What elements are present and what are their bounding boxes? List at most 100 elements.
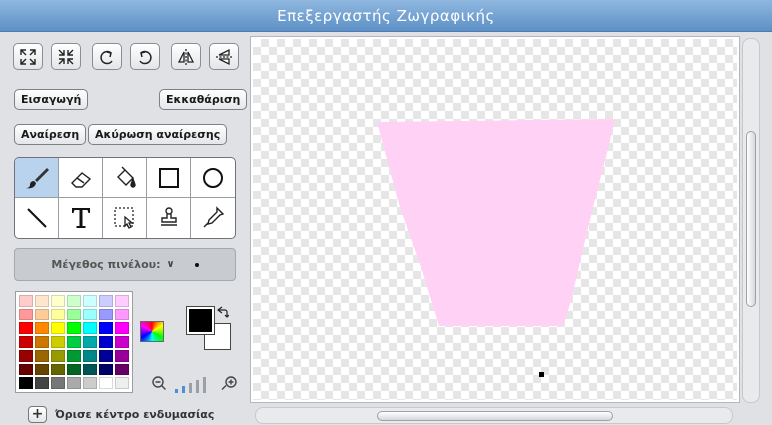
color-swatch[interactable] bbox=[19, 322, 33, 335]
zoom-out-icon[interactable] bbox=[152, 376, 166, 390]
clear-button[interactable]: Εκκαθάριση bbox=[159, 89, 248, 110]
color-swatch[interactable] bbox=[19, 377, 33, 389]
tool-paintbrush[interactable] bbox=[15, 158, 59, 198]
color-swatch[interactable] bbox=[99, 295, 113, 307]
color-swatch[interactable] bbox=[19, 363, 33, 376]
black-pixel-dot bbox=[539, 372, 544, 377]
color-swatch[interactable] bbox=[83, 322, 97, 335]
rotate-right-button[interactable] bbox=[130, 43, 160, 70]
vertical-scrollbar[interactable] bbox=[742, 38, 760, 403]
color-swatch[interactable] bbox=[51, 377, 65, 389]
eyedropper-icon bbox=[203, 206, 225, 228]
line-icon bbox=[26, 208, 47, 228]
color-swatch[interactable] bbox=[35, 377, 49, 389]
undo-button[interactable]: Αναίρεση bbox=[14, 124, 87, 145]
color-swatch[interactable] bbox=[99, 349, 113, 362]
flip-horizontal-button[interactable] bbox=[171, 43, 201, 70]
horizontal-scroll-thumb[interactable] bbox=[377, 411, 613, 421]
color-swatch[interactable] bbox=[115, 336, 129, 348]
swap-colors-icon[interactable] bbox=[216, 306, 229, 319]
color-swatch[interactable] bbox=[83, 336, 97, 348]
color-swatch[interactable] bbox=[115, 363, 129, 376]
color-swatch[interactable] bbox=[19, 295, 33, 307]
color-swatch[interactable] bbox=[35, 308, 49, 321]
color-swatch[interactable] bbox=[67, 377, 81, 389]
vertical-scroll-thumb[interactable] bbox=[746, 131, 756, 307]
color-swatch[interactable] bbox=[99, 336, 113, 348]
color-swatch[interactable] bbox=[19, 349, 33, 362]
color-swatch[interactable] bbox=[83, 363, 97, 376]
color-swatch[interactable] bbox=[115, 308, 129, 321]
zoom-control bbox=[152, 376, 237, 393]
tool-eraser[interactable] bbox=[59, 158, 103, 198]
color-swatch[interactable] bbox=[51, 363, 65, 376]
color-swatch[interactable] bbox=[115, 295, 129, 307]
color-swatch[interactable] bbox=[99, 308, 113, 321]
tool-ellipse[interactable] bbox=[191, 158, 235, 198]
color-swatch[interactable] bbox=[115, 377, 129, 389]
color-swatch[interactable] bbox=[99, 377, 113, 389]
color-picker-button[interactable] bbox=[140, 321, 164, 342]
color-swatch[interactable] bbox=[99, 363, 113, 376]
set-costume-center[interactable]: + Όρισε κέντρο ενδυμασίας bbox=[28, 404, 214, 424]
color-swatch[interactable] bbox=[67, 308, 81, 321]
color-swatch[interactable] bbox=[35, 322, 49, 335]
color-swatch[interactable] bbox=[67, 349, 81, 362]
color-swatch[interactable] bbox=[19, 336, 33, 348]
color-swatch[interactable] bbox=[83, 308, 97, 321]
color-swatch[interactable] bbox=[83, 295, 97, 307]
tool-stamp[interactable] bbox=[147, 198, 191, 238]
tool-eyedropper[interactable] bbox=[191, 198, 235, 238]
color-swatch[interactable] bbox=[83, 349, 97, 362]
color-swatch[interactable] bbox=[51, 322, 65, 335]
color-swatch[interactable] bbox=[67, 295, 81, 307]
plus-icon[interactable]: + bbox=[28, 405, 47, 423]
select-icon bbox=[113, 207, 134, 229]
color-swatch[interactable] bbox=[67, 363, 81, 376]
paintbrush-icon bbox=[25, 167, 49, 188]
color-swatch[interactable] bbox=[67, 336, 81, 348]
redo-button[interactable]: Ακύρωση αναίρεσης bbox=[88, 124, 228, 145]
tool-fill[interactable] bbox=[103, 158, 147, 198]
flip-vertical-button[interactable] bbox=[209, 43, 239, 70]
brush-size-control[interactable]: Μέγεθος πινέλου: ∨ bbox=[14, 248, 236, 281]
color-swatch[interactable] bbox=[19, 308, 33, 321]
tool-rectangle[interactable] bbox=[147, 158, 191, 198]
foreground-color-swatch[interactable] bbox=[186, 306, 215, 335]
color-swatch[interactable] bbox=[35, 363, 49, 376]
color-swatch[interactable] bbox=[51, 295, 65, 307]
color-swatch[interactable] bbox=[115, 349, 129, 362]
pink-trapezoid-shape bbox=[377, 119, 615, 326]
color-swatch[interactable] bbox=[51, 308, 65, 321]
eraser-icon bbox=[70, 171, 91, 188]
color-swatch[interactable] bbox=[51, 336, 65, 348]
grow-icon bbox=[20, 48, 36, 65]
color-swatch[interactable] bbox=[115, 322, 129, 335]
color-swatch[interactable] bbox=[35, 336, 49, 348]
paint-bucket-icon bbox=[116, 166, 136, 188]
grow-button[interactable] bbox=[13, 43, 43, 70]
color-swatch[interactable] bbox=[99, 322, 113, 335]
tool-select[interactable] bbox=[103, 198, 147, 238]
shrink-icon bbox=[58, 49, 74, 64]
color-swatch[interactable] bbox=[35, 295, 49, 307]
tool-text[interactable] bbox=[59, 198, 103, 238]
paint-editor-window: Επεξεργαστής Ζωγραφικής Εισαγωγή Εκκαθάρ… bbox=[0, 0, 772, 425]
shrink-button[interactable] bbox=[51, 43, 81, 70]
horizontal-scrollbar[interactable] bbox=[255, 407, 733, 424]
ellipse-icon bbox=[203, 167, 223, 188]
color-swatch[interactable] bbox=[67, 322, 81, 335]
rotate-left-button[interactable] bbox=[92, 43, 122, 70]
zoom-in-icon[interactable] bbox=[221, 376, 237, 390]
color-swatch[interactable] bbox=[35, 349, 49, 362]
tool-line[interactable] bbox=[15, 198, 59, 238]
color-swatch[interactable] bbox=[83, 377, 97, 389]
drawing-canvas[interactable] bbox=[250, 36, 740, 403]
tool-grid bbox=[14, 157, 236, 239]
chevron-down-icon: ∨ bbox=[166, 259, 175, 270]
color-swatch[interactable] bbox=[51, 349, 65, 362]
brush-size-dot bbox=[194, 262, 199, 267]
color-palette bbox=[15, 291, 133, 393]
rotate-left-icon bbox=[100, 50, 113, 64]
import-button[interactable]: Εισαγωγή bbox=[14, 89, 89, 110]
